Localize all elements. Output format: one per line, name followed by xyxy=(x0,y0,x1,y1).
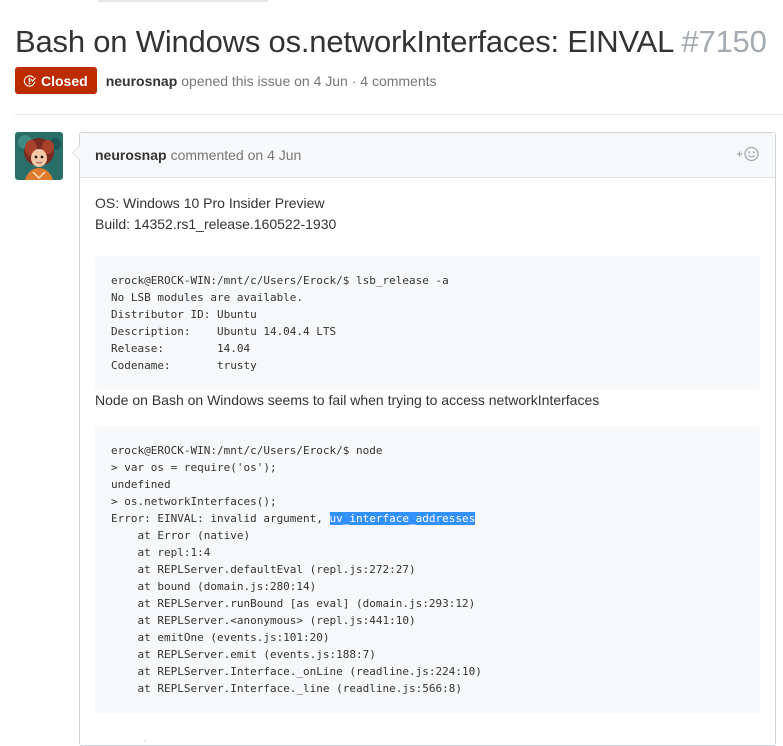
code-block-node-error: erock@EROCK-WIN:/mnt/c/Users/Erock/$ nod… xyxy=(95,426,760,713)
smiley-plus-icon xyxy=(737,146,759,162)
comment-body: OS: Windows 10 Pro Insider Preview Build:… xyxy=(80,178,775,713)
issue-opened-text: opened this issue on 4 Jun · 4 comments xyxy=(181,72,437,89)
issue-number: #7150 xyxy=(681,24,767,59)
issue-closed-icon xyxy=(23,74,36,87)
status-badge-label: Closed xyxy=(41,72,88,89)
avatar[interactable] xyxy=(15,132,63,180)
comment-timestamp[interactable]: commented on 4 Jun xyxy=(171,147,302,163)
issue-meta: Closed neurosnap opened this issue on 4 … xyxy=(15,67,437,94)
header-divider xyxy=(15,114,783,115)
issue-title: Bash on Windows os.networkInterfaces: EI… xyxy=(15,20,767,64)
comment-header: neurosnap commented on 4 Jun xyxy=(80,133,775,178)
code-block-lsb-release: erock@EROCK-WIN:/mnt/c/Users/Erock/$ lsb… xyxy=(95,256,760,390)
tab-strip-edge xyxy=(98,0,268,2)
paragraph-description: Node on Bash on Windows seems to fail wh… xyxy=(95,392,600,408)
add-reaction-button[interactable] xyxy=(736,146,760,162)
status-badge: Closed xyxy=(15,67,97,94)
avatar-image xyxy=(15,132,63,180)
code-text-after-selection: at Error (native) at repl:1:4 at REPLSer… xyxy=(137,529,482,695)
selected-text: uv_interface_addresses xyxy=(329,512,476,525)
paragraph-os-info: OS: Windows 10 Pro Insider Preview Build:… xyxy=(95,193,760,235)
issue-title-text: Bash on Windows os.networkInterfaces: EI… xyxy=(15,24,674,59)
os-line: OS: Windows 10 Pro Insider Preview xyxy=(95,195,325,211)
issue-author-link[interactable]: neurosnap xyxy=(106,73,178,89)
comment: neurosnap commented on 4 Jun OS: Windows… xyxy=(72,132,776,746)
comment-author-link[interactable]: neurosnap xyxy=(95,147,167,163)
build-line: Build: 14352.rs1_release.160522-1930 xyxy=(95,216,337,232)
